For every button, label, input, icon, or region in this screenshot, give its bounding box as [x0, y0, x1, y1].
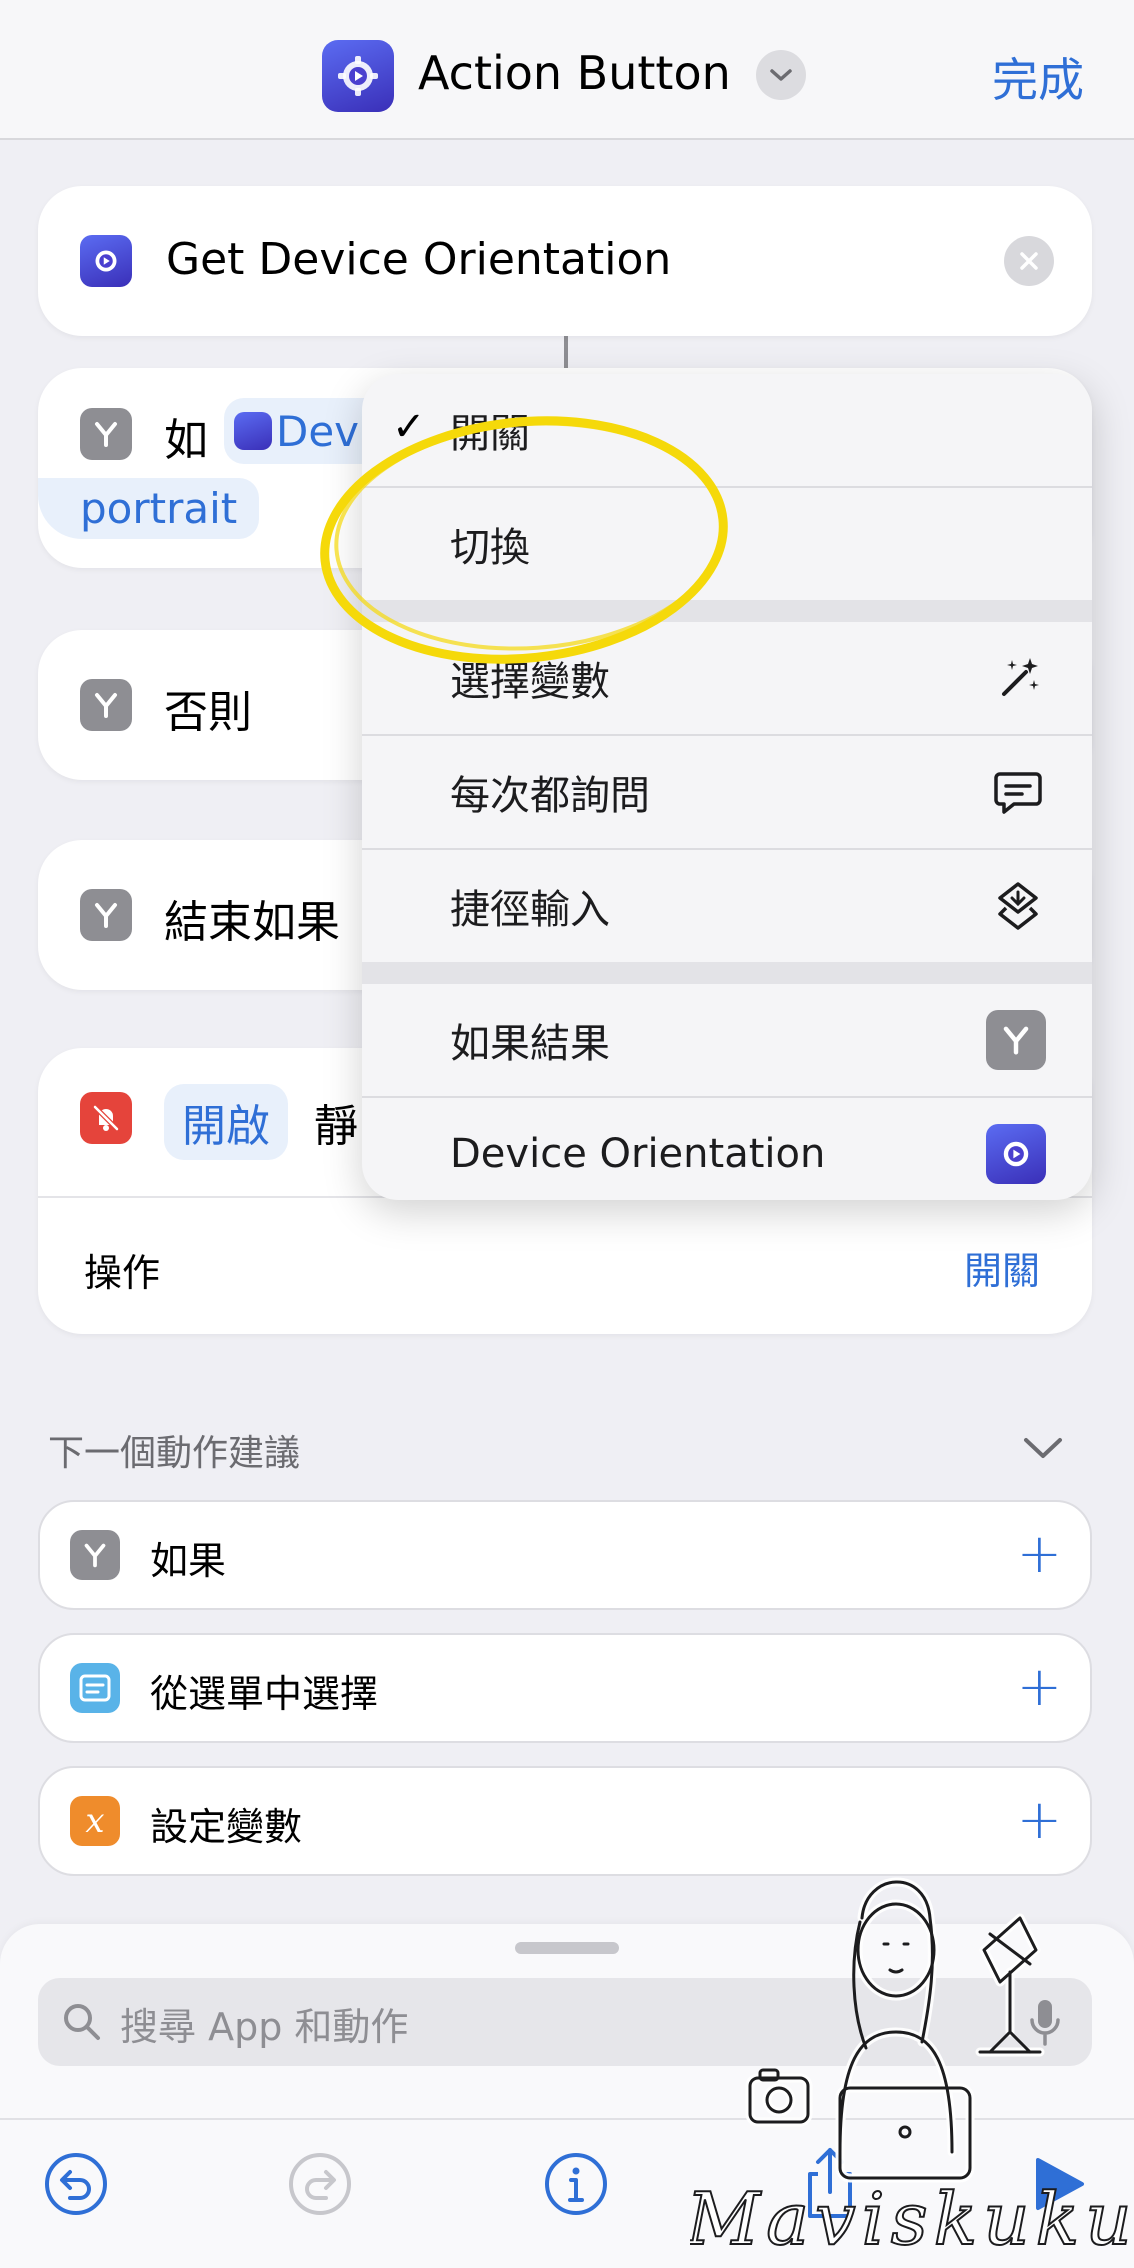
close-icon [1020, 252, 1038, 270]
device-orientation-icon [986, 1124, 1046, 1184]
add-icon[interactable]: + [1017, 1655, 1062, 1718]
menu-icon [70, 1663, 120, 1713]
search-icon [64, 2004, 100, 2040]
add-icon[interactable]: + [1017, 1788, 1062, 1851]
suggestion-label: 從選單中選擇 [150, 1672, 379, 1716]
remove-action-button[interactable] [1004, 236, 1054, 286]
suggestions-heading: 下一個動作建議 [48, 1433, 301, 1474]
section-gap [362, 962, 1092, 984]
chevron-down-icon [770, 69, 792, 81]
if-value-pill[interactable]: portrait [38, 478, 260, 539]
suggestion-choose-from-menu[interactable]: 從選單中選擇 + [38, 1633, 1092, 1743]
silent-state-pill[interactable]: 開啟 [164, 1084, 288, 1160]
info-icon[interactable] [542, 2150, 610, 2218]
operation-label: 操作 [84, 1251, 161, 1295]
menu-item-label: 每次都詢問 [450, 773, 650, 819]
shortcut-app-icon[interactable] [322, 40, 394, 112]
highlight-circle [320, 416, 728, 664]
suggestion-label: 設定變數 [150, 1805, 303, 1849]
speech-bubble-icon [994, 772, 1042, 814]
if-prefix: 如 [164, 415, 208, 466]
add-icon[interactable]: + [1017, 1522, 1062, 1585]
done-button[interactable]: 完成 [992, 44, 1084, 110]
undo-icon[interactable] [42, 2150, 110, 2218]
action-get-device-orientation[interactable]: Get Device Orientation [38, 186, 1092, 336]
chevron-down-icon[interactable] [1022, 1434, 1064, 1462]
if-icon [986, 1010, 1046, 1070]
suggestion-label: 如果 [150, 1539, 227, 1583]
redo-icon[interactable] [286, 2150, 354, 2218]
sheet-grabber[interactable] [515, 1942, 619, 1954]
search-placeholder: 搜尋 App 和動作 [120, 2005, 409, 2049]
end-if-label: 結束如果 [164, 897, 340, 948]
watermark-illustration: Maviskuku [690, 1877, 1134, 2262]
shortcuts-icon [998, 882, 1038, 930]
operation-value[interactable]: 開關 [964, 1240, 1040, 1295]
bell-slash-icon [80, 1092, 132, 1144]
variable-icon: x [70, 1796, 120, 1846]
menu-item-if-result[interactable]: 如果結果 [362, 984, 1092, 1096]
title-menu-button[interactable] [756, 50, 806, 100]
device-orientation-icon [234, 412, 272, 450]
magic-wand-icon [1002, 658, 1039, 696]
if-icon [80, 889, 132, 941]
menu-item-ask-each-time[interactable]: 每次都詢問 [362, 736, 1092, 848]
menu-item-shortcut-input[interactable]: 捷徑輸入 [362, 850, 1092, 962]
if-icon [70, 1530, 120, 1580]
watermark-signature: Maviskuku [690, 2177, 1134, 2261]
menu-item-label: 如果結果 [450, 1021, 610, 1067]
nav-bar: Action Button 完成 [0, 0, 1134, 140]
suggestion-if[interactable]: 如果 + [38, 1500, 1092, 1610]
menu-item-label: 捷徑輸入 [450, 887, 610, 933]
menu-item-label: Device Orientation [450, 1131, 826, 1177]
if-icon [80, 679, 132, 731]
shortcut-title[interactable]: Action Button [418, 46, 731, 100]
menu-item-device-orientation[interactable]: Device Orientation [362, 1098, 1092, 1200]
action-label: Get Device Orientation [166, 234, 672, 285]
silent-label: 靜 [314, 1101, 358, 1152]
if-icon [80, 408, 132, 460]
device-orientation-icon [80, 235, 132, 287]
else-label: 否則 [164, 687, 252, 738]
